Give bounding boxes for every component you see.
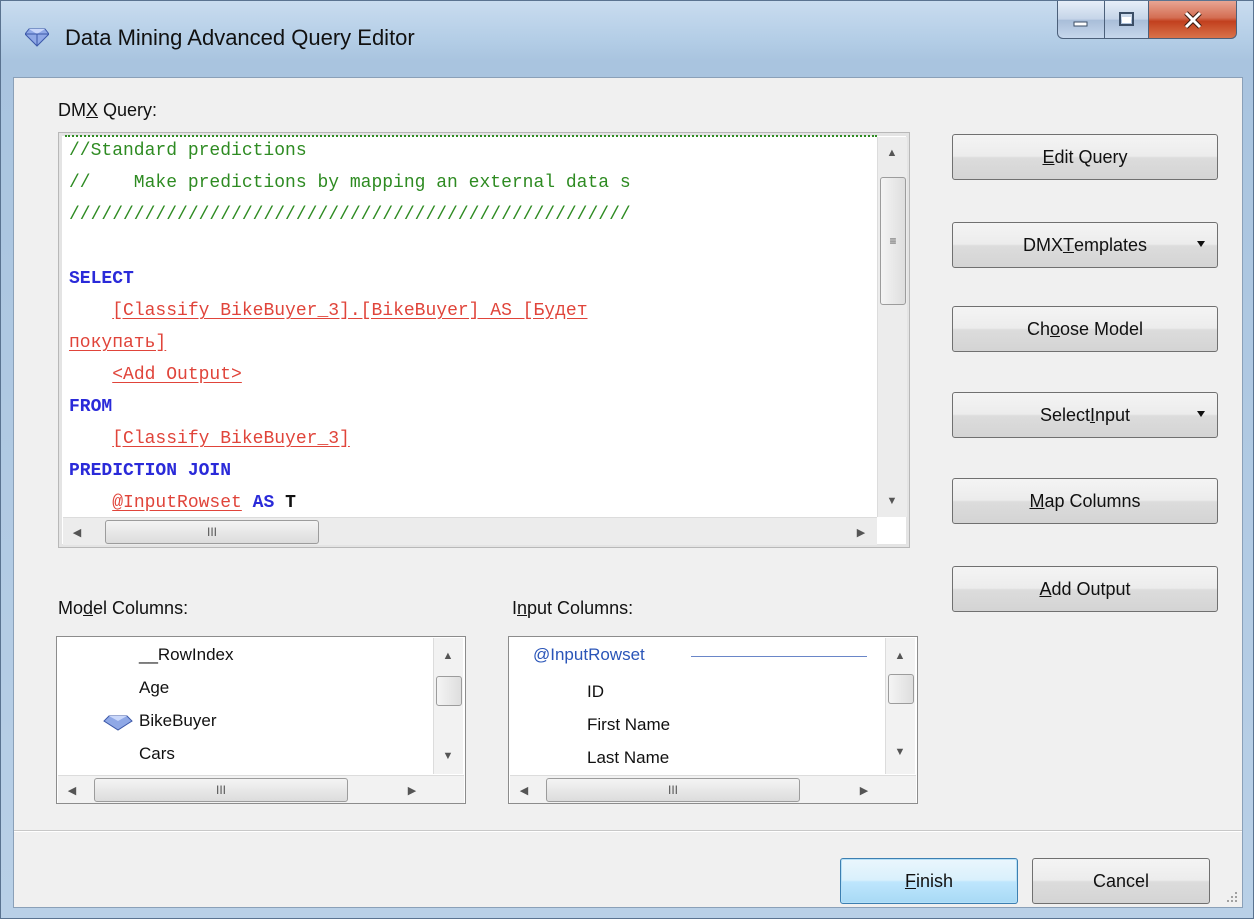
query-text[interactable]: //Standard predictions // Make prediction… — [69, 135, 877, 515]
code-token: <Add Output> — [112, 365, 242, 385]
grip-icon: ≡ — [889, 234, 897, 248]
grip-icon: III — [215, 783, 226, 797]
scroll-left-icon[interactable]: ◀ — [58, 776, 86, 804]
list-item[interactable]: ID — [587, 682, 604, 702]
edit-query-button[interactable]: Edit Query — [952, 134, 1218, 180]
title-bar[interactable]: Data Mining Advanced Query Editor — [1, 1, 1254, 77]
dialog-window: Data Mining Advanced Query Editor DMX Qu… — [0, 0, 1254, 919]
dmx-query-label: DMX Query: — [58, 100, 158, 120]
scroll-down-icon[interactable]: ▼ — [878, 487, 906, 515]
input-columns-hscrollbar[interactable]: ◀ III ▶ — [510, 775, 916, 803]
code-token: AS — [241, 493, 286, 513]
list-item[interactable]: Cars — [139, 744, 175, 764]
cancel-button[interactable]: Cancel — [1032, 858, 1210, 904]
code-line[interactable]: ////////////////////////////////////////… — [69, 199, 877, 231]
code-line[interactable]: SELECT — [69, 263, 877, 295]
dialog-body: DMX Query: //Standard predictions // Make… — [13, 77, 1243, 908]
code-line[interactable]: покупать] — [69, 327, 877, 359]
code-line[interactable]: <Add Output> — [69, 359, 877, 391]
minimize-icon — [1073, 21, 1088, 26]
input-columns-label: Input Columns: — [512, 598, 634, 618]
maximize-icon — [1118, 11, 1134, 26]
add-output-button[interactable]: Add Output — [952, 566, 1218, 612]
model-columns-list[interactable]: __RowIndex Age BikeBuyer Cars ▲ ▼ ◀ III … — [56, 636, 466, 804]
scroll-right-icon[interactable]: ▶ — [847, 518, 875, 546]
list-item[interactable]: __RowIndex — [139, 645, 234, 665]
close-icon — [1183, 10, 1202, 29]
editor-hscroll-thumb[interactable]: III — [105, 520, 319, 544]
model-columns-vscrollbar[interactable]: ▲ ▼ — [433, 638, 463, 774]
code-token: T — [285, 493, 296, 513]
code-token: [Classify BikeBuyer_3] — [112, 429, 350, 449]
diamond-icon — [25, 28, 49, 47]
list-item[interactable]: Last Name — [587, 748, 669, 772]
window-controls — [1057, 1, 1237, 43]
scroll-left-icon[interactable]: ◀ — [63, 518, 91, 546]
scroll-up-icon[interactable]: ▲ — [434, 642, 462, 670]
select-input-button[interactable]: Select Input — [952, 392, 1218, 438]
scroll-right-icon[interactable]: ▶ — [850, 776, 878, 804]
input-vscroll-thumb[interactable] — [888, 674, 914, 704]
code-token: покупать] — [69, 333, 167, 353]
code-line[interactable]: [Classify BikeBuyer_3] — [69, 423, 877, 455]
code-line[interactable]: FROM — [69, 391, 877, 423]
code-token: PREDICTION JOIN — [69, 461, 232, 481]
editor-vertical-scrollbar[interactable]: ▲ ≡ ▼ — [877, 137, 907, 517]
scroll-down-icon[interactable]: ▼ — [886, 738, 914, 766]
window-title: Data Mining Advanced Query Editor — [65, 25, 415, 50]
code-line[interactable]: @InputRowset AS T — [69, 487, 877, 515]
input-columns-list[interactable]: @InputRowset ID First Name Last Name ▲ ▼… — [508, 636, 918, 804]
minimize-button[interactable] — [1057, 1, 1105, 39]
resize-grip-icon[interactable] — [1224, 889, 1238, 903]
list-item-predictable[interactable]: BikeBuyer — [139, 711, 216, 731]
editor-vscroll-thumb[interactable]: ≡ — [880, 177, 906, 305]
map-columns-button[interactable]: Map Columns — [952, 478, 1218, 524]
code-token: //Standard predictions — [69, 141, 307, 161]
scroll-left-icon[interactable]: ◀ — [510, 776, 538, 804]
header-rule — [691, 656, 867, 657]
model-columns-label: Model Columns: — [58, 598, 189, 618]
close-button[interactable] — [1149, 1, 1237, 39]
code-line[interactable]: [Classify BikeBuyer_3].[BikeBuyer] AS [Б… — [69, 295, 877, 327]
code-line[interactable]: // Make predictions by mapping an extern… — [69, 167, 877, 199]
code-token: FROM — [69, 397, 113, 417]
dmx-templates-button[interactable]: DMX Templates — [952, 222, 1218, 268]
dropdown-arrow-icon — [1197, 241, 1205, 247]
footer-separator — [14, 830, 1242, 832]
code-line[interactable]: //Standard predictions — [69, 135, 877, 167]
code-token: SELECT — [69, 269, 134, 289]
code-token: [Classify BikeBuyer_3].[BikeBuyer] AS [Б… — [112, 301, 588, 321]
scroll-right-icon[interactable]: ▶ — [398, 776, 426, 804]
editor-horizontal-scrollbar[interactable]: ◀ III ▶ — [63, 517, 877, 545]
model-columns-hscrollbar[interactable]: ◀ III ▶ — [58, 775, 464, 803]
scroll-down-icon[interactable]: ▼ — [434, 742, 462, 770]
scroll-up-icon[interactable]: ▲ — [886, 642, 914, 670]
scroll-up-icon[interactable]: ▲ — [878, 139, 906, 167]
code-line[interactable] — [69, 231, 877, 263]
list-item[interactable]: First Name — [587, 715, 670, 735]
finish-button[interactable]: Finish — [840, 858, 1018, 904]
code-token: ////////////////////////////////////////… — [69, 205, 631, 225]
choose-model-button[interactable]: Ch o ose Model — [952, 306, 1218, 352]
list-item[interactable]: Age — [139, 678, 169, 698]
dmx-query-editor[interactable]: //Standard predictions // Make prediction… — [58, 132, 910, 548]
dropdown-arrow-icon — [1197, 411, 1205, 417]
model-vscroll-thumb[interactable] — [436, 676, 462, 706]
code-token: @InputRowset — [112, 493, 242, 513]
input-table-header[interactable]: @InputRowset — [533, 645, 645, 665]
input-hscroll-thumb[interactable]: III — [546, 778, 800, 802]
code-token: // Make predictions by mapping an extern… — [69, 173, 631, 193]
grip-icon: III — [206, 525, 217, 539]
input-columns-vscrollbar[interactable]: ▲ ▼ — [885, 638, 915, 774]
predictable-column-icon — [103, 715, 133, 731]
grip-icon: III — [667, 783, 678, 797]
code-line[interactable]: PREDICTION JOIN — [69, 455, 877, 487]
model-hscroll-thumb[interactable]: III — [94, 778, 348, 802]
maximize-button[interactable] — [1105, 1, 1149, 39]
